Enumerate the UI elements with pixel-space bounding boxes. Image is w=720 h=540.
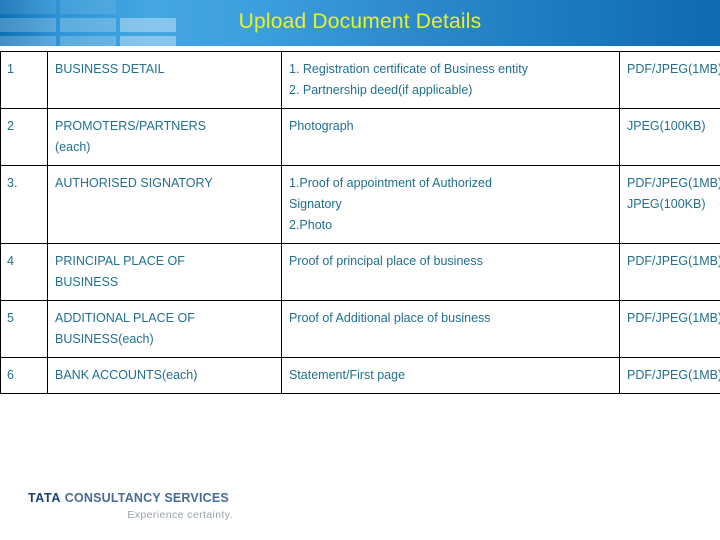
document-category-cell: PROMOTERS/PARTNERS (each) [47, 108, 282, 166]
document-format-cell: PDF/JPEG(1MB) [619, 300, 720, 358]
upload-document-details-table-wrapper: 1 BUSINESS DETAIL 1. Registration certif… [0, 51, 720, 394]
format-line: PDF/JPEG(1MB) [627, 368, 720, 382]
format-line: PDF/JPEG(1MB) [627, 311, 720, 325]
document-format-cell: PDF/JPEG(1MB) JPEG(100KB) [619, 165, 720, 244]
page-title: Upload Document Details [238, 10, 482, 33]
description-line: 1. Registration certificate of Business … [289, 62, 529, 76]
row-number-cell: 1 [0, 51, 48, 109]
row-number-cell: 6 [0, 357, 48, 394]
description-line: Signatory [289, 197, 342, 211]
category-line: BUSINESS [55, 275, 119, 289]
row-number-cell: 2 [0, 108, 48, 166]
row-number: 1 [7, 62, 14, 76]
tcs-logo: TATA CONSULTANCY SERVICES Experience cer… [28, 491, 268, 527]
row-number: 6 [7, 368, 14, 382]
format-line: PDF/JPEG(1MB) [627, 176, 720, 190]
format-line: PDF/JPEG(1MB) [627, 62, 720, 76]
category-line: PRINCIPAL PLACE OF [55, 254, 185, 268]
tcs-brand-consultancy-services: CONSULTANCY SERVICES [64, 491, 229, 505]
document-description-cell: Proof of Additional place of business [281, 300, 620, 358]
category-line: BANK ACCOUNTS(each) [55, 368, 198, 382]
page-header-banner: Upload Document Details [0, 0, 720, 46]
document-format-cell: PDF/JPEG(1MB) [619, 357, 720, 394]
category-line: BUSINESS DETAIL [55, 62, 165, 76]
table-row: 2 PROMOTERS/PARTNERS (each) Photograph J… [0, 108, 720, 166]
row-number: 2 [7, 119, 14, 133]
row-number-cell: 3. [0, 165, 48, 244]
document-format-cell: PDF/JPEG(1MB) [619, 243, 720, 301]
description-line: Proof of Additional place of business [289, 311, 491, 325]
description-line: 1.Proof of appointment of Authorized [289, 176, 492, 190]
category-line: BUSINESS(each) [55, 332, 154, 346]
row-number: 5 [7, 311, 14, 325]
description-line: Photograph [289, 119, 354, 133]
category-line: ADDITIONAL PLACE OF [55, 311, 195, 325]
category-line: PROMOTERS/PARTNERS [55, 119, 206, 133]
document-description-cell: Statement/First page [281, 357, 620, 394]
document-description-cell: 1. Registration certificate of Business … [281, 51, 620, 109]
document-category-cell: AUTHORISED SIGNATORY [47, 165, 282, 244]
document-format-cell: JPEG(100KB) [619, 108, 720, 166]
row-number: 4 [7, 254, 14, 268]
document-category-cell: ADDITIONAL PLACE OF BUSINESS(each) [47, 300, 282, 358]
document-format-cell: PDF/JPEG(1MB) [619, 51, 720, 109]
document-description-cell: Photograph [281, 108, 620, 166]
format-line: PDF/JPEG(1MB) [627, 254, 720, 268]
row-number: 3. [7, 176, 18, 190]
document-category-cell: PRINCIPAL PLACE OF BUSINESS [47, 243, 282, 301]
row-number-cell: 4 [0, 243, 48, 301]
document-category-cell: BANK ACCOUNTS(each) [47, 357, 282, 394]
format-line: JPEG(100KB) [627, 197, 706, 211]
row-number-cell: 5 [0, 300, 48, 358]
description-line: 2. Partnership deed(if applicable) [289, 83, 473, 97]
description-line: 2.Photo [289, 218, 333, 232]
format-line: JPEG(100KB) [627, 119, 706, 133]
tcs-brand-tata: TATA [28, 491, 61, 505]
document-description-cell: Proof of principal place of business [281, 243, 620, 301]
document-description-cell: 1.Proof of appointment of Authorized Sig… [281, 165, 620, 244]
tcs-tagline: Experience certainty. [127, 509, 233, 521]
document-category-cell: BUSINESS DETAIL [47, 51, 282, 109]
upload-document-details-table: 1 BUSINESS DETAIL 1. Registration certif… [0, 51, 720, 394]
table-row: 3. AUTHORISED SIGNATORY 1.Proof of appoi… [0, 165, 720, 244]
category-line: AUTHORISED SIGNATORY [55, 176, 213, 190]
table-row: 4 PRINCIPAL PLACE OF BUSINESS Proof of p… [0, 243, 720, 301]
table-row: 1 BUSINESS DETAIL 1. Registration certif… [0, 51, 720, 109]
description-line: Statement/First page [289, 368, 406, 382]
table-row: 6 BANK ACCOUNTS(each) Statement/First pa… [0, 357, 720, 394]
description-line: Proof of principal place of business [289, 254, 483, 268]
category-line: (each) [55, 140, 91, 154]
table-row: 5 ADDITIONAL PLACE OF BUSINESS(each) Pro… [0, 300, 720, 358]
tcs-logo-wordmark: TATA CONSULTANCY SERVICES [28, 491, 268, 505]
